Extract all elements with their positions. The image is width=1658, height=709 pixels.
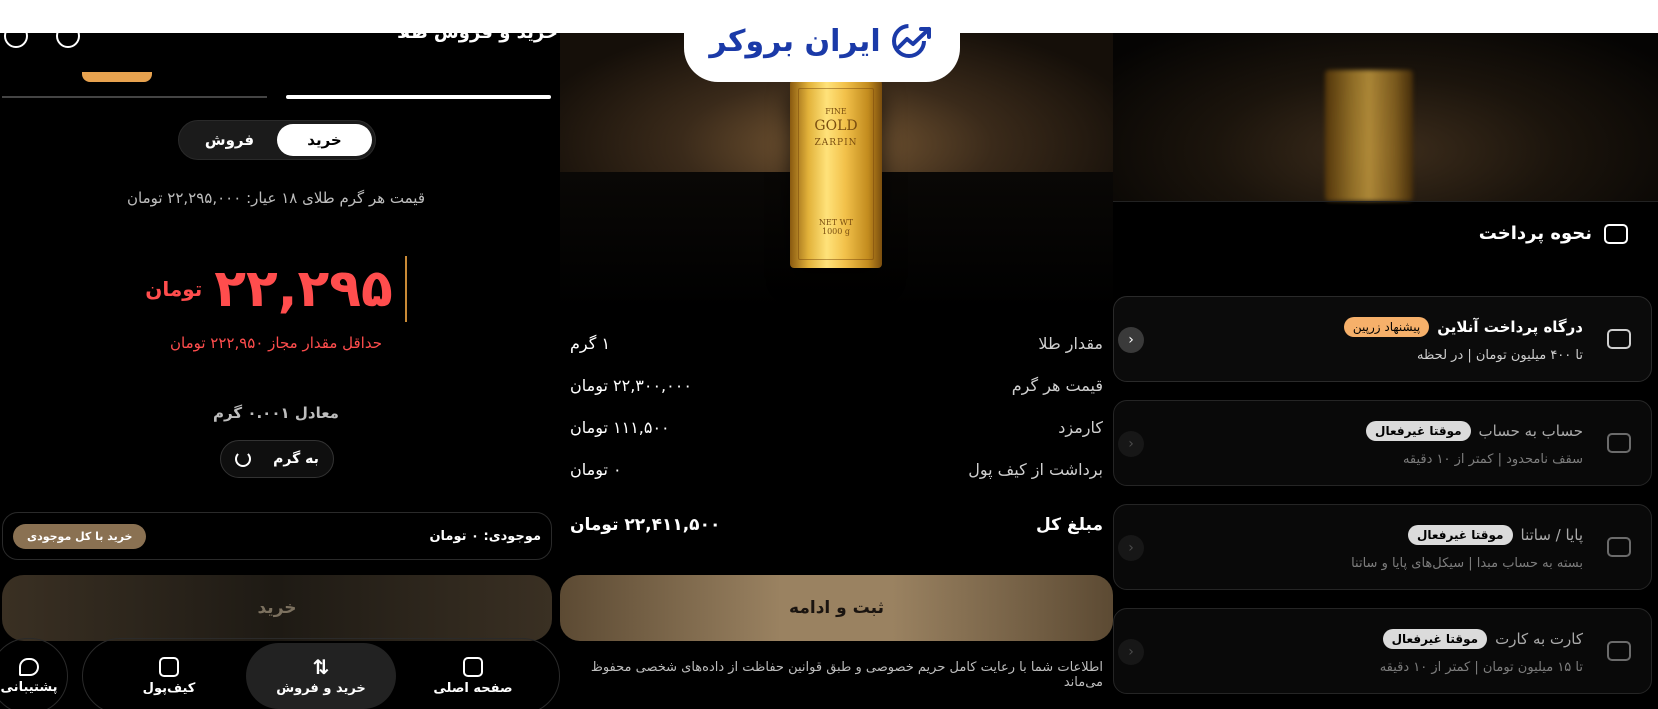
gold-bar-image <box>1325 70 1413 201</box>
unit-price-text: قیمت هر گرم طلای ۱۸ عیار: ۲۲,۲۹۵,۰۰۰ توم… <box>126 189 426 207</box>
gram-equivalent: معادل ۰.۰۰۱ گرم <box>213 404 339 422</box>
order-summary-panel: FINE GOLD ZARPIN NET WT 1000 g مقدار طلا… <box>560 0 1113 709</box>
nav-wallet[interactable]: کیف‌پول <box>94 656 244 696</box>
nav-trade[interactable]: ⇅ خرید و فروش <box>246 643 396 709</box>
detail-value: ۰ تومان <box>570 459 622 479</box>
gold-brand-text: ZARPIN <box>814 138 858 148</box>
disabled-badge: موقتا غیرفعال <box>1366 421 1471 441</box>
gold-bar-image: FINE GOLD ZARPIN NET WT 1000 g <box>790 80 882 268</box>
gold-weight-text: 1000 g <box>821 227 851 236</box>
activity-icon[interactable] <box>56 24 80 48</box>
tab-inactive-indicator[interactable] <box>2 96 267 98</box>
bottom-navigation: صفحه اصلی ⇅ خرید و فروش کیف‌پول <box>82 638 560 709</box>
payment-method-sub: بسته به حساب مبدا | سیکل‌های پایا و ساتن… <box>1351 556 1583 571</box>
card-icon <box>1604 223 1628 244</box>
buy-button[interactable]: خرید <box>2 575 552 641</box>
payment-method-account-transfer[interactable]: حساب به حساب موقتا غیرفعال سقف نامحدود |… <box>1113 400 1652 486</box>
detail-row-gold-amount: مقدار طلا ۱ گرم <box>570 330 1103 356</box>
gold-fine-text: FINE <box>825 107 847 116</box>
payment-method-name: درگاه پرداخت آنلاین <box>1437 318 1583 336</box>
wallet-icon <box>1607 641 1631 661</box>
total-row: مبلغ کل ۲۲,۴۱۱,۵۰۰ تومان <box>570 512 1103 538</box>
payment-method-panel: نحوه پرداخت درگاه پرداخت آنلاین پیشنهاد … <box>1113 0 1658 709</box>
chevron-left-icon[interactable]: ‹ <box>1118 431 1144 457</box>
wallet-icon <box>1607 537 1631 557</box>
nav-trade-label: خرید و فروش <box>276 680 366 696</box>
total-value: ۲۲,۴۱۱,۵۰۰ تومان <box>570 515 721 535</box>
payment-method-sub: سقف نامحدود | کمتر از ۱۰ دقیقه <box>1402 452 1583 467</box>
detail-value: ۱ گرم <box>570 333 611 353</box>
disabled-badge: موقتا غیرفعال <box>1407 525 1513 545</box>
wallet-icon <box>159 656 179 677</box>
nav-home[interactable]: صفحه اصلی <box>398 656 548 696</box>
tab-active-indicator[interactable] <box>286 95 551 99</box>
payment-method-name: پایا / ساتنا <box>1520 526 1584 544</box>
balance-box: موجودی: ۰ تومان خرید با کل موجودی <box>2 512 552 560</box>
tab-badge <box>82 72 152 82</box>
buy-all-balance-button[interactable]: خرید با کل موجودی <box>13 523 147 549</box>
home-icon <box>463 656 483 677</box>
toggle-sell[interactable]: فروش <box>182 124 277 156</box>
detail-label: مقدار طلا <box>1038 333 1103 353</box>
disabled-badge: موقتا غیرفعال <box>1382 629 1488 649</box>
detail-value: ۲۲,۳۰۰,۰۰۰ تومان <box>570 375 692 395</box>
switch-to-gram-label: به گرم <box>273 451 319 467</box>
gold-net-text: NET WT <box>818 218 854 227</box>
nav-wallet-label: کیف‌پول <box>142 680 196 696</box>
page-title: خرید و فروش طلا <box>397 22 558 43</box>
switch-to-gram-button[interactable]: به گرم <box>220 440 334 478</box>
wallet-check-icon <box>1607 329 1631 349</box>
wallet-icon <box>1607 433 1631 453</box>
min-amount-warning: حداقل مقدار مجاز ۲۲۲,۹۵۰ تومان <box>169 334 382 352</box>
detail-label: قیمت هر گرم <box>1011 375 1103 395</box>
payment-title: نحوه پرداخت <box>1479 223 1628 244</box>
payment-method-sub: تا ۱۵ میلیون تومان | کمتر از ۱۰ دقیقه <box>1379 660 1583 675</box>
payment-method-name: کارت به کارت <box>1495 630 1583 648</box>
payment-method-head: حساب به حساب موقتا غیرفعال <box>1366 421 1583 441</box>
help-icon[interactable] <box>4 24 28 48</box>
payment-method-head: پایا / ساتنا موقتا غیرفعال <box>1407 525 1584 545</box>
recommended-badge: پیشنهاد زرپین <box>1343 317 1430 337</box>
chevron-left-icon[interactable]: ‹ <box>1118 535 1144 561</box>
payment-method-sub: تا ۴۰۰ میلیون تومان | در لحظه <box>1417 348 1583 363</box>
gold-bar-engraving: FINE GOLD ZARPIN NET WT 1000 g <box>798 88 874 260</box>
payment-method-head: کارت به کارت موقتا غیرفعال <box>1382 629 1583 649</box>
privacy-notice: اطلاعات شما با رعایت کامل حریم خصوصی و ط… <box>590 660 1103 690</box>
trade-panel: خرید و فروش طلا خرید فروش قیمت هر گرم طل… <box>0 0 560 709</box>
nav-support-label: پشتیبانی <box>0 679 58 695</box>
logo-text: ایران بروکر <box>709 23 881 59</box>
payment-title-text: نحوه پرداخت <box>1478 223 1592 244</box>
detail-row-wallet-withdraw: برداشت از کیف پول ۰ تومان <box>570 456 1103 482</box>
nav-home-label: صفحه اصلی <box>433 680 513 696</box>
buy-sell-toggle: خرید فروش <box>178 120 376 160</box>
submit-continue-button[interactable]: ثبت و ادامه <box>560 575 1113 641</box>
refresh-icon <box>235 451 252 467</box>
text-caret <box>404 256 407 322</box>
payment-method-paya-satna[interactable]: پایا / ساتنا موقتا غیرفعال بسته به حساب … <box>1113 504 1652 590</box>
payment-method-name: حساب به حساب <box>1478 422 1583 440</box>
amount-input[interactable]: ۲۲,۲۹۵ تومان <box>0 254 552 324</box>
gold-word-text: GOLD <box>814 118 858 134</box>
payment-method-head: درگاه پرداخت آنلاین پیشنهاد زرپین <box>1343 317 1583 337</box>
detail-row-fee: کارمزد ۱۱۱,۵۰۰ تومان <box>570 414 1103 440</box>
chat-icon <box>19 657 39 676</box>
divider <box>1113 201 1658 202</box>
chart-arrow-icon <box>891 24 931 58</box>
detail-label: کارمزد <box>1058 417 1103 437</box>
detail-label: برداشت از کیف پول <box>968 459 1103 479</box>
chevron-left-icon[interactable]: ‹ <box>1118 639 1144 665</box>
payment-method-online[interactable]: درگاه پرداخت آنلاین پیشنهاد زرپین تا ۴۰۰… <box>1113 296 1652 382</box>
chevron-left-icon[interactable]: ‹ <box>1118 327 1144 353</box>
detail-row-unit-price: قیمت هر گرم ۲۲,۳۰۰,۰۰۰ تومان <box>570 372 1103 398</box>
balance-text: موجودی: ۰ تومان <box>429 528 541 544</box>
brand-logo: ایران بروکر <box>684 0 960 82</box>
payment-method-card-to-card[interactable]: کارت به کارت موقتا غیرفعال تا ۱۵ میلیون … <box>1113 608 1652 694</box>
swap-arrows-icon: ⇅ <box>312 654 330 679</box>
nav-support[interactable]: پشتیبانی <box>0 638 68 709</box>
amount-unit: تومان <box>145 277 203 301</box>
toggle-buy[interactable]: خرید <box>277 124 372 156</box>
amount-value: ۲۲,۲۹۵ <box>214 259 393 319</box>
detail-value: ۱۱۱,۵۰۰ تومان <box>570 417 670 437</box>
total-label: مبلغ کل <box>1036 515 1103 535</box>
